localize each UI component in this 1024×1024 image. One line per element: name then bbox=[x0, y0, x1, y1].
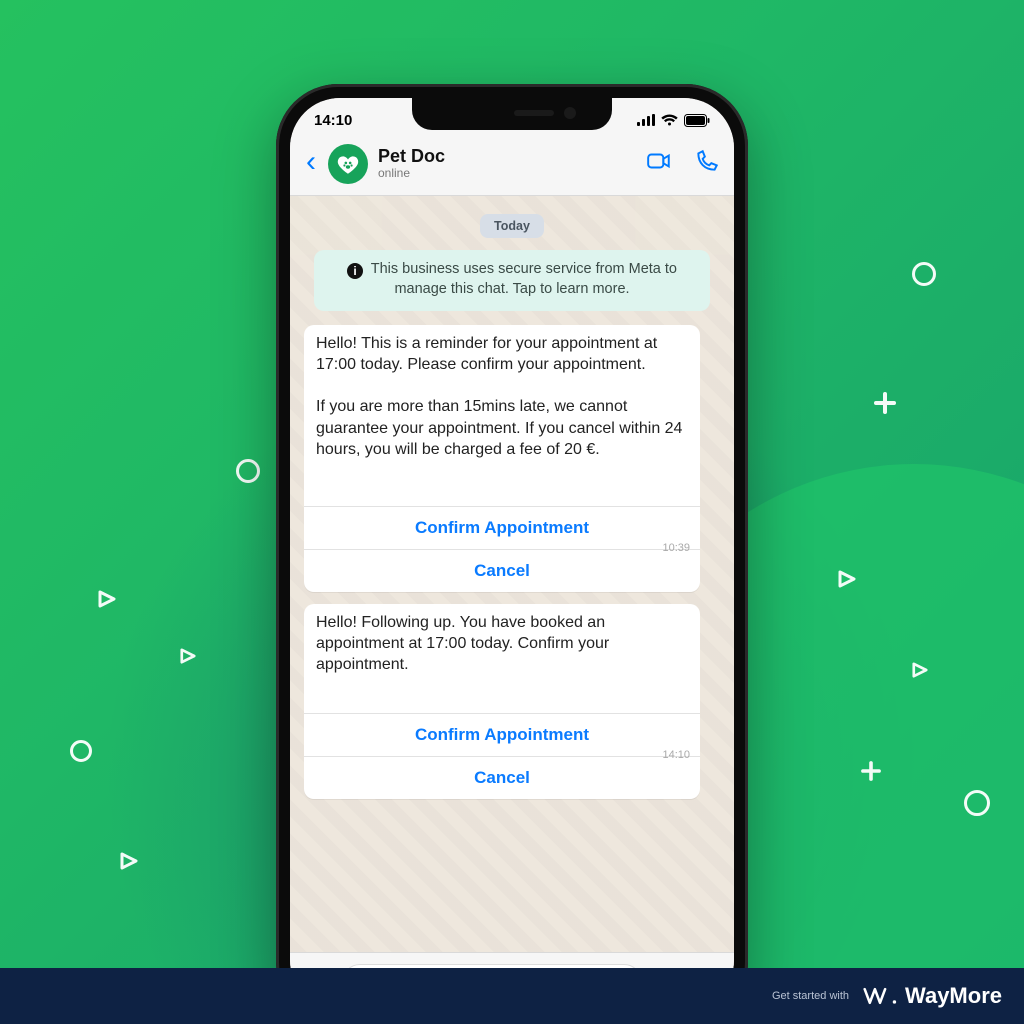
contact-name: Pet Doc bbox=[378, 146, 636, 167]
info-icon: i bbox=[347, 263, 363, 279]
brand-logo: WayMore bbox=[863, 983, 1002, 1009]
deco-circle-icon bbox=[912, 262, 936, 286]
cancel-button[interactable]: Cancel bbox=[304, 756, 700, 799]
confirm-appointment-button[interactable]: Confirm Appointment bbox=[304, 507, 700, 549]
deco-circle-icon bbox=[964, 790, 990, 816]
message-bubble: Hello! This is a reminder for your appoi… bbox=[304, 325, 700, 592]
deco-plus-icon bbox=[861, 761, 881, 781]
message-bubble: Hello! Following up. You have booked an … bbox=[304, 604, 700, 799]
message-text: Hello! Following up. You have booked an … bbox=[316, 612, 688, 675]
message-time: 10:39 bbox=[662, 542, 690, 554]
deco-triangle-icon bbox=[838, 570, 856, 593]
deco-triangle-icon bbox=[120, 852, 138, 875]
waymore-mark-icon bbox=[863, 985, 897, 1007]
back-button[interactable]: ‹ bbox=[304, 147, 318, 181]
heart-paw-icon bbox=[335, 151, 361, 177]
phone-notch bbox=[412, 98, 612, 130]
deco-circle-icon bbox=[236, 459, 260, 483]
status-time: 14:10 bbox=[314, 112, 352, 129]
audio-call-button[interactable] bbox=[694, 148, 720, 179]
deco-triangle-icon bbox=[180, 648, 196, 669]
deco-triangle-icon bbox=[912, 662, 928, 683]
chat-area[interactable]: Today i This business uses secure servic… bbox=[290, 196, 734, 952]
promo-canvas: 14:10 ‹ Pet Doc online bbox=[0, 0, 1024, 1024]
phone-frame: 14:10 ‹ Pet Doc online bbox=[276, 84, 748, 1024]
confirm-appointment-button[interactable]: Confirm Appointment bbox=[304, 714, 700, 756]
status-icons bbox=[637, 114, 710, 127]
promo-footer: Get started with WayMore bbox=[0, 968, 1024, 1024]
footer-hint: Get started with bbox=[772, 990, 849, 1002]
message-time: 14:10 bbox=[662, 749, 690, 761]
wifi-icon bbox=[661, 114, 678, 126]
video-call-button[interactable] bbox=[646, 148, 672, 179]
message-text: Hello! This is a reminder for your appoi… bbox=[316, 333, 688, 460]
business-info-text: This business uses secure service from M… bbox=[371, 261, 677, 297]
contact-status: online bbox=[378, 167, 636, 181]
battery-icon bbox=[684, 114, 710, 127]
phone-screen: 14:10 ‹ Pet Doc online bbox=[290, 98, 734, 1010]
deco-plus-icon bbox=[874, 392, 896, 414]
brand-name: WayMore bbox=[905, 983, 1002, 1009]
deco-triangle-icon bbox=[98, 590, 116, 613]
date-separator: Today bbox=[480, 214, 544, 238]
contact-avatar[interactable] bbox=[328, 144, 368, 184]
chat-navbar: ‹ Pet Doc online bbox=[290, 132, 734, 196]
cellular-icon bbox=[637, 114, 655, 126]
contact-title[interactable]: Pet Doc online bbox=[378, 146, 636, 180]
business-info-banner[interactable]: i This business uses secure service from… bbox=[314, 250, 710, 311]
deco-circle-icon bbox=[70, 740, 92, 762]
cancel-button[interactable]: Cancel bbox=[304, 549, 700, 592]
